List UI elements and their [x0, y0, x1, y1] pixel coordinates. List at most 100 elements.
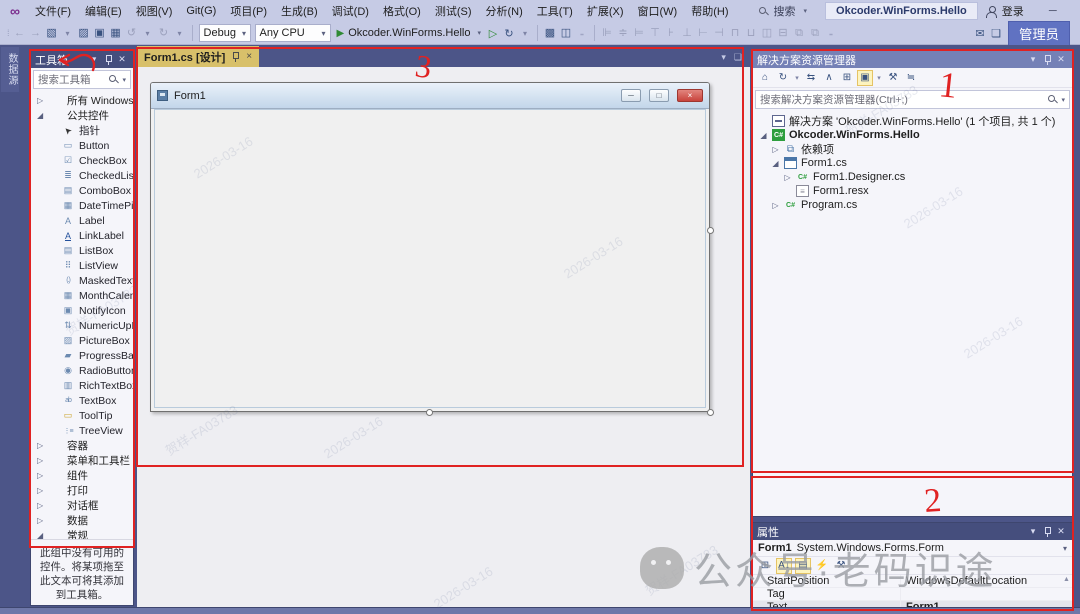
- expander-icon[interactable]: ▷: [771, 145, 780, 154]
- toolbar-icon[interactable]: ▾: [140, 25, 156, 43]
- close-icon[interactable]: ✕: [115, 54, 129, 65]
- expander-icon[interactable]: ▷: [37, 486, 45, 495]
- sign-in-button[interactable]: 登录: [978, 1, 1032, 21]
- expander-icon[interactable]: ▷: [37, 501, 45, 510]
- toolbox-item[interactable]: A LinkLabel: [31, 228, 133, 243]
- properties-tool-icon[interactable]: A↓: [776, 557, 792, 574]
- toolbox-item[interactable]: ▷ 容器: [31, 438, 133, 453]
- toolbox-item[interactable]: ab TextBox: [31, 393, 133, 408]
- format-toolbar-icon[interactable]: ⊣: [711, 24, 727, 42]
- properties-header[interactable]: 属性 ▾ ✕: [753, 523, 1072, 540]
- menu-item[interactable]: 生成(B): [274, 1, 325, 21]
- expander-icon[interactable]: ▷: [783, 173, 792, 182]
- toolbox-item[interactable]: ▷ 数据: [31, 513, 133, 528]
- toolbox-item[interactable]: ▷ 组件: [31, 468, 133, 483]
- toolbox-item[interactable]: ▷ 所有 Windows 窗体: [31, 93, 133, 108]
- quick-search[interactable]: 搜索 ▾: [750, 1, 816, 21]
- feedback-icon[interactable]: ❏: [988, 24, 1004, 42]
- close-icon[interactable]: ✕: [1054, 526, 1068, 537]
- start-debug-button[interactable]: ▶ Okcoder.WinForms.Hello ▾: [333, 24, 485, 42]
- toolbox-item[interactable]: ⇅ NumericUpDown: [31, 318, 133, 333]
- solution-explorer-tool-icon[interactable]: ⊞: [839, 70, 855, 86]
- close-icon[interactable]: ×: [246, 51, 252, 62]
- expander-icon[interactable]: ◢: [37, 531, 45, 539]
- properties-tool-icon[interactable]: ⊞: [757, 558, 773, 574]
- format-toolbar-icon[interactable]: ⊨: [631, 24, 647, 42]
- menu-item[interactable]: Git(G): [179, 3, 223, 19]
- format-toolbar-icon[interactable]: ⊫: [599, 24, 615, 42]
- properties-object-selector[interactable]: Form1 System.Windows.Forms.Form ▾: [753, 540, 1072, 557]
- format-toolbar-icon[interactable]: ⊓: [727, 24, 743, 42]
- format-toolbar-icon[interactable]: ₌: [823, 25, 839, 43]
- toolbar-icon[interactable]: ₌: [574, 25, 590, 43]
- toolbox-item[interactable]: ⋮≡ TreeView: [31, 423, 133, 438]
- toolbar-icon[interactable]: ↻: [156, 24, 172, 42]
- menu-item[interactable]: 测试(S): [428, 1, 479, 21]
- property-row[interactable]: StartPosition WindowsDefaultLocation: [753, 575, 1072, 588]
- toolbox-item[interactable]: (.) MaskedTextBox: [31, 273, 133, 288]
- toolbox-item[interactable]: ▥ RichTextBox: [31, 378, 133, 393]
- tree-node[interactable]: 解决方案 'Okcoder.WinForms.Hello' (1 个项目, 共 …: [753, 114, 1072, 128]
- menu-item[interactable]: 视图(V): [129, 1, 180, 21]
- toolbox-search-input[interactable]: 搜索工具箱 ▾: [33, 70, 131, 89]
- menu-item[interactable]: 编辑(E): [78, 1, 129, 21]
- chevron-down-icon[interactable]: ▾: [517, 24, 533, 42]
- solution-explorer-tool-icon[interactable]: ⚒: [885, 70, 901, 86]
- close-icon[interactable]: ✕: [1054, 54, 1068, 65]
- expander-icon[interactable]: ▷: [37, 96, 45, 105]
- format-toolbar-icon[interactable]: ⊔: [743, 24, 759, 42]
- toolbar-icon[interactable]: ←: [12, 24, 28, 42]
- solution-explorer-tool-icon[interactable]: ≒: [903, 70, 919, 86]
- toolbox-item[interactable]: ▷ 对话框: [31, 498, 133, 513]
- expander-icon[interactable]: ▷: [37, 456, 45, 465]
- solution-explorer-header[interactable]: 解决方案资源管理器 ▾ ✕: [753, 51, 1072, 68]
- tree-node[interactable]: ▷ Form1.Designer.cs: [753, 170, 1072, 184]
- toolbox-item[interactable]: A Label: [31, 213, 133, 228]
- format-toolbar-icon[interactable]: ⊤: [647, 24, 663, 42]
- toolbox-item[interactable]: ➤ 指针: [31, 123, 133, 138]
- hot-reload-icon[interactable]: ↻: [501, 24, 517, 42]
- expander-icon[interactable]: ◢: [759, 131, 768, 140]
- toolbox-item[interactable]: ◉ RadioButton: [31, 363, 133, 378]
- solution-explorer-tool-icon[interactable]: ↻: [775, 70, 791, 86]
- menu-item[interactable]: 分析(N): [479, 1, 530, 21]
- properties-tool-icon[interactable]: ⚡: [814, 558, 830, 574]
- tree-node[interactable]: Form1.resx: [753, 184, 1072, 198]
- toolbar-icon[interactable]: ▨: [76, 24, 92, 42]
- toolbar-icon[interactable]: ▾: [60, 25, 76, 43]
- solution-explorer-tool-icon[interactable]: ▾: [793, 70, 801, 86]
- format-toolbar-icon[interactable]: ⧉: [791, 25, 807, 43]
- designer-form-client-area[interactable]: [154, 109, 706, 408]
- pin-icon[interactable]: [101, 54, 115, 65]
- tab-list-chevron-icon[interactable]: ▾: [721, 52, 726, 63]
- feedback-icon[interactable]: ✉: [972, 24, 988, 42]
- expander-icon[interactable]: ▷: [37, 516, 45, 525]
- start-without-debug-icon[interactable]: ▷: [485, 24, 501, 42]
- toolbox-item[interactable]: ▭ Button: [31, 138, 133, 153]
- property-row[interactable]: Tag: [753, 588, 1072, 601]
- form-minimize-button[interactable]: ─: [621, 89, 641, 102]
- pin-icon[interactable]: [1040, 54, 1054, 65]
- expander-icon[interactable]: ▷: [771, 201, 780, 210]
- menu-item[interactable]: 窗口(W): [631, 1, 685, 21]
- solution-explorer-tool-icon[interactable]: ⌂: [757, 70, 773, 86]
- window-position-icon[interactable]: ▾: [87, 54, 101, 65]
- toolbox-item[interactable]: ▦ DateTimePicker: [31, 198, 133, 213]
- toolbar-icon[interactable]: ▦: [108, 24, 124, 42]
- solution-search-input[interactable]: 搜索解决方案资源管理器(Ctrl+;) ▾: [755, 90, 1070, 109]
- toolbar-icon[interactable]: ◫: [558, 24, 574, 42]
- pin-icon[interactable]: [231, 51, 240, 62]
- solution-explorer-tool-icon[interactable]: ▣: [857, 69, 873, 86]
- format-toolbar-icon[interactable]: ⊢: [695, 24, 711, 42]
- toolbar-icon[interactable]: ▣: [92, 24, 108, 42]
- active-document-pill[interactable]: Okcoder.WinForms.Hello: [825, 2, 978, 20]
- expander-icon[interactable]: ◢: [771, 159, 780, 168]
- toolbox-item[interactable]: ▭ ToolTip: [31, 408, 133, 423]
- tree-node[interactable]: ▷ Program.cs: [753, 198, 1072, 212]
- float-icon[interactable]: ❏: [734, 52, 742, 63]
- toolbox-item[interactable]: ≣ CheckedListBox: [31, 168, 133, 183]
- menu-item[interactable]: 项目(P): [223, 1, 274, 21]
- pin-icon[interactable]: [1040, 526, 1054, 537]
- toolbox-item[interactable]: ◢ 公共控件: [31, 108, 133, 123]
- toolbox-item[interactable]: ☑ CheckBox: [31, 153, 133, 168]
